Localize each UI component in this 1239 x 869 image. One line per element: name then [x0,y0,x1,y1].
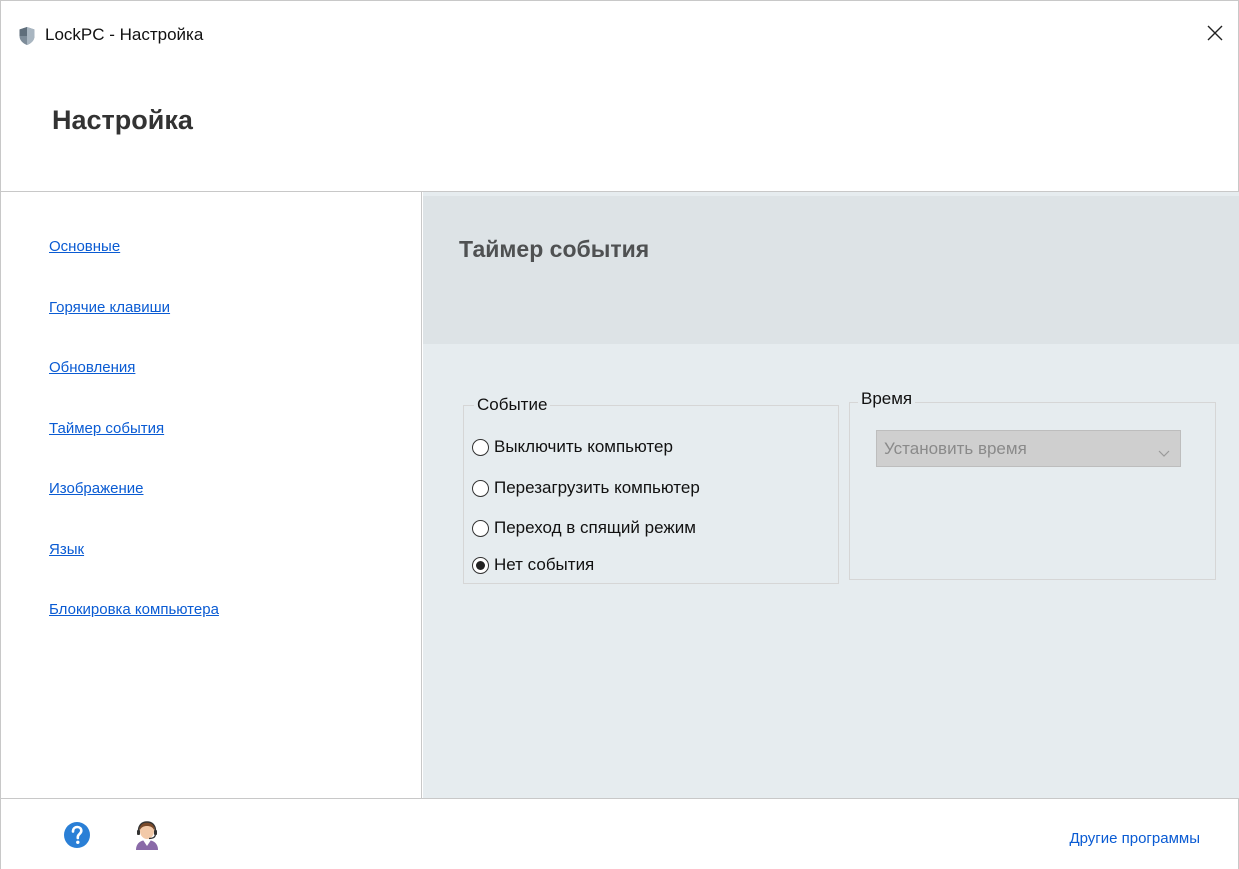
radio-label: Переход в спящий режим [494,518,696,537]
sidebar-item-general[interactable]: Основные [49,238,120,255]
time-select[interactable]: Установить время [876,430,1181,467]
sidebar-item-hotkeys[interactable]: Горячие клавиши [49,299,170,316]
radio-label: Выключить компьютер [494,437,673,456]
event-group-label: Событие [474,395,551,415]
time-group-label: Время [858,389,916,409]
radio-shutdown[interactable]: Выключить компьютер [472,437,673,457]
main-panel: Таймер события Событие Выключить компьют… [423,192,1239,798]
event-groupbox: Событие Выключить компьютер Перезагрузит… [463,395,839,584]
section-header: Таймер события [423,196,1239,344]
radio-button-selected[interactable] [472,556,489,574]
sidebar-item-updates[interactable]: Обновления [49,359,135,376]
radio-label: Нет события [494,555,595,574]
settings-window: LockPC - Настройка Настройка Основные Го… [0,0,1239,869]
shield-icon [18,26,36,46]
window-title: LockPC - Настройка [45,25,204,44]
radio-restart[interactable]: Перезагрузить компьютер [472,478,700,498]
help-icon[interactable] [63,821,91,849]
title-bar: LockPC - Настройка [1,1,1238,69]
radio-button[interactable] [472,479,489,497]
radio-sleep[interactable]: Переход в спящий режим [472,518,696,538]
time-select-value: Установить время [884,438,1027,458]
page-title: Настройка [52,105,193,135]
support-agent-icon[interactable] [132,819,162,851]
time-groupbox: Время Установить время [849,389,1216,580]
radio-no-event[interactable]: Нет события [472,555,594,575]
sidebar-item-event-timer[interactable]: Таймер события [49,420,164,437]
sidebar-item-computer-lock[interactable]: Блокировка компьютера [49,601,219,618]
footer-divider [1,798,1238,799]
sidebar: Основные Горячие клавиши Обновления Тайм… [1,192,422,798]
close-button[interactable] [1192,13,1238,53]
radio-label: Перезагрузить компьютер [494,478,700,497]
sidebar-item-image[interactable]: Изображение [49,480,144,497]
close-icon [1207,25,1223,41]
radio-button[interactable] [472,438,489,456]
radio-button[interactable] [472,519,489,537]
radio-selected-dot [476,560,485,570]
other-programs-link[interactable]: Другие программы [1069,830,1200,847]
chevron-down-icon [1158,445,1170,463]
section-title: Таймер события [459,236,650,262]
sidebar-item-language[interactable]: Язык [49,541,84,558]
